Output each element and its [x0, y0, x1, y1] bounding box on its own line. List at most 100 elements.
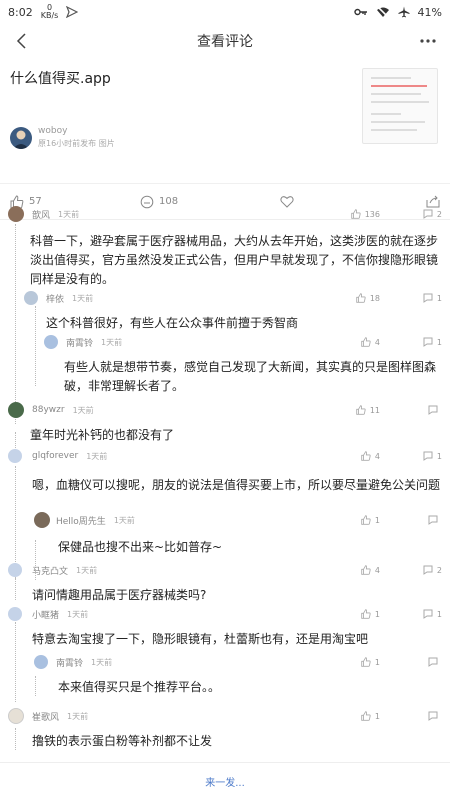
comment-time: 1天前	[67, 609, 89, 619]
comment-reply-button[interactable]	[388, 515, 442, 525]
user-avatar[interactable]	[8, 607, 22, 621]
user-avatar[interactable]	[34, 512, 50, 528]
back-button[interactable]	[10, 29, 34, 53]
comment-item: 马克凸文 1天前 4 2 请问情趣用品属于医疗器械类吗?	[8, 560, 442, 605]
comment-time: 1天前	[76, 565, 98, 575]
comment-username[interactable]: Hello周先生	[56, 514, 106, 527]
thumb-up-icon	[361, 451, 371, 461]
battery-level: 41%	[417, 5, 442, 19]
user-avatar[interactable]	[8, 708, 24, 724]
comment-input-bar[interactable]: 来一发...	[0, 762, 450, 800]
comment-reply-button[interactable]	[388, 657, 442, 667]
comment-like-button[interactable]: 1	[326, 711, 380, 721]
comment-like-button[interactable]: 1	[326, 609, 380, 619]
thumb-up-icon	[361, 515, 371, 525]
comment-time: 1天前	[86, 451, 108, 461]
comment-item: glqforever 1天前 4 1 嗯，血糖仪可以搜呢，朋友的说法是值得买要上…	[8, 446, 442, 495]
comment-like-button[interactable]: 4	[326, 337, 380, 347]
comment-reply-button[interactable]	[388, 711, 442, 721]
status-time: 8:02	[8, 5, 33, 19]
comment-reply-count: 2	[436, 565, 442, 575]
comment-username[interactable]: 南霄铃	[66, 336, 93, 349]
comment-item: 小眶猪 1天前 1 1 特意去淘宝搜了一下，隐形眼镜有，杜蕾斯也有，还是用淘宝吧	[8, 604, 442, 649]
post-thumbnail[interactable]	[362, 68, 438, 144]
author-avatar[interactable]	[10, 126, 32, 149]
comment-username[interactable]: 梓依	[46, 292, 64, 305]
comment-reply-button[interactable]: 2	[388, 209, 442, 219]
comment-like-button[interactable]: 11	[326, 405, 380, 415]
comment-username[interactable]: 崔歌风	[32, 710, 59, 723]
comment-time: 1天前	[113, 515, 135, 525]
user-avatar[interactable]	[34, 655, 48, 669]
thumb-up-icon	[351, 209, 361, 219]
comment-item: 梓依 1天前 18 1 这个科普很好，有些人在公众事件前擅于秀智商	[24, 288, 442, 333]
thumb-up-icon	[356, 293, 366, 303]
comment-reply-count: 2	[436, 209, 442, 219]
comment-username[interactable]: 南霄铃	[56, 656, 83, 669]
user-avatar[interactable]	[8, 402, 24, 418]
comment-time: 1天前	[101, 337, 123, 347]
user-avatar[interactable]	[44, 335, 58, 349]
comment-like-count: 4	[374, 337, 380, 347]
comment-reply-button[interactable]: 1	[388, 337, 442, 347]
reply-icon	[423, 293, 433, 303]
reply-icon	[423, 565, 433, 575]
post-card[interactable]: 什么值得买.app woboy 原16小时前发布 图片	[0, 58, 450, 184]
page-title: 查看评论	[197, 34, 253, 50]
send-icon	[66, 6, 79, 18]
comment-text: 撸铁的表示蛋白粉等补剂都不让发	[32, 734, 213, 748]
comment-reply-button[interactable]: 1	[388, 609, 442, 619]
top-app-bar: 查看评论	[0, 24, 450, 58]
comment-reply-button[interactable]	[388, 405, 442, 415]
thumb-up-icon	[356, 405, 366, 415]
key-icon	[353, 8, 367, 16]
comment-reply-button[interactable]: 1	[388, 451, 442, 461]
reply-icon	[428, 405, 438, 415]
comment-like-button[interactable]: 4	[326, 565, 380, 575]
comment-like-count: 1	[374, 609, 380, 619]
comment-like-button[interactable]: 1	[326, 515, 380, 525]
comment-like-count: 4	[374, 565, 380, 575]
network-speed: 0 KB/s	[40, 3, 59, 20]
comment-text: 保健品也搜不出来~比如普存~	[58, 540, 223, 554]
comment-username[interactable]: 小眶猪	[32, 608, 59, 621]
user-avatar[interactable]	[8, 563, 22, 577]
comment-username[interactable]: 歆风	[32, 208, 50, 221]
user-avatar[interactable]	[24, 291, 38, 305]
comment-text: 这个科普很好，有些人在公众事件前擅于秀智商	[46, 316, 299, 330]
comment-reply-button[interactable]: 1	[388, 293, 442, 303]
comment-username[interactable]: 马克凸文	[32, 564, 68, 577]
comment-reply-count: 1	[436, 609, 442, 619]
comment-username[interactable]: glqforever	[32, 451, 78, 461]
reply-icon	[428, 515, 438, 525]
post-author[interactable]: woboy 原16小时前发布 图片	[10, 126, 115, 149]
comment-like-count: 4	[374, 451, 380, 461]
comment-like-button[interactable]: 1	[326, 657, 380, 667]
user-avatar[interactable]	[8, 449, 22, 463]
more-button[interactable]	[416, 29, 440, 53]
reply-icon	[428, 711, 438, 721]
comment-input-placeholder[interactable]: 来一发...	[205, 774, 245, 789]
comment-text: 有些人就是想带节奏，感觉自己发现了大新闻，其实真的只是图样图森破，非常理解长者了…	[64, 360, 437, 393]
comment-like-button[interactable]: 136	[326, 209, 380, 219]
reply-icon	[423, 609, 433, 619]
comment-time: 1天前	[72, 293, 94, 303]
post-meta: 原16小时前发布 图片	[38, 139, 115, 148]
comment-like-button[interactable]: 18	[326, 293, 380, 303]
thumb-up-icon	[361, 609, 371, 619]
comment-like-count: 1	[374, 515, 380, 525]
comment-text: 请问情趣用品属于医疗器械类吗?	[32, 588, 207, 602]
comment-like-button[interactable]: 4	[326, 451, 380, 461]
comment-like-count: 1	[374, 657, 380, 667]
thumb-up-icon	[361, 337, 371, 347]
comment-like-count: 18	[369, 293, 380, 303]
comment-like-count: 1	[374, 711, 380, 721]
comment-time: 1天前	[91, 657, 113, 667]
comment-username[interactable]: 88ywzr	[32, 405, 65, 415]
wifi-off-icon	[376, 6, 389, 18]
reply-icon	[423, 337, 433, 347]
thumb-up-icon	[361, 711, 371, 721]
back-icon	[16, 33, 26, 49]
comment-reply-button[interactable]: 2	[388, 565, 442, 575]
user-avatar[interactable]	[8, 206, 24, 222]
